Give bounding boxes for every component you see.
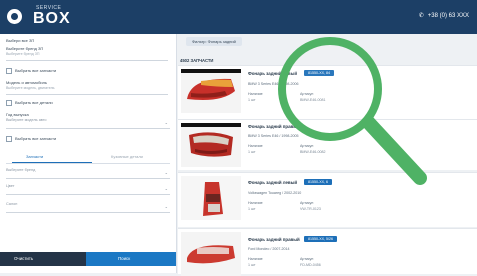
chevron-down-icon: ⌄ (164, 186, 168, 191)
field-label-year: Год выпуска (6, 112, 29, 117)
sku-value: BMW-E46-0082 (300, 150, 326, 154)
active-filter-chip[interactable]: Фильтр: Фонарь задний (186, 37, 242, 46)
product-card[interactable]: Фонарь задний правый BMW 3 Series E46 / … (178, 119, 477, 170)
sku-label: Артикул (300, 201, 314, 205)
product-fitment: Ford Mondeo / 2007-2014 (248, 247, 290, 251)
logo-text-bottom[interactable]: BOX (33, 10, 71, 28)
product-title[interactable]: Фонарь задний левый (248, 71, 297, 76)
availability-value: 1 шт (248, 150, 256, 154)
checkbox-box[interactable] (6, 100, 12, 106)
sku-value: VW-TR-0123 (300, 207, 321, 211)
checkbox-box[interactable] (6, 136, 12, 142)
sku-value: BMW-E46-0081 (300, 98, 326, 102)
availability-label: Наличие (248, 92, 263, 96)
availability-label: Наличие (248, 257, 263, 261)
search-button[interactable]: Поиск (86, 252, 176, 266)
brand-select[interactable]: Выберите бренд ⌄ (6, 168, 170, 179)
product-card[interactable]: Фонарь задний правый 81550-XX, 5/26 Ford… (178, 228, 477, 276)
checkbox-box[interactable] (6, 68, 12, 74)
phone-icon: ✆ (418, 13, 424, 19)
product-image[interactable] (181, 123, 241, 167)
product-fitment: BMW 3 Series E46 / 1998-2005 (248, 134, 299, 138)
tab-parts[interactable]: Запчасти (26, 154, 43, 159)
part-number-badge: 81550-XX, 84 (304, 70, 334, 76)
filter-sidebar: Выбери все ЗП Выберите бренд ЗП Выберите… (0, 34, 177, 273)
product-image[interactable] (181, 176, 241, 220)
availability-value: 1 шт (248, 263, 256, 267)
product-image[interactable] (181, 232, 241, 276)
checkbox-label: Выбрать все запчасти (15, 68, 57, 74)
filter-tabs: Запчасти Кузовные детали (6, 153, 170, 164)
product-title[interactable]: Фонарь задний правый (248, 124, 300, 129)
availability-value: 1 шт (248, 207, 256, 211)
sku-label: Артикул (300, 92, 314, 96)
reset-button-label: Очистить (14, 256, 34, 261)
product-title[interactable]: Фонарь задний правый (248, 237, 300, 242)
brand-select-value: Выберите бренд (6, 168, 36, 172)
brand-input[interactable]: Выберите бренд ЗП (6, 52, 168, 61)
product-image[interactable] (181, 69, 241, 113)
checkbox-select-all-details[interactable]: Выбрать все детали (6, 100, 53, 106)
color-select[interactable]: Цвет ⌄ (6, 184, 170, 195)
field-label-all-parts: Выбери все ЗП (6, 38, 35, 43)
phone-number: +38 (0) 63 XXX (427, 13, 469, 19)
availability-value: 1 шт (248, 98, 256, 102)
product-title[interactable]: Фонарь задний левый (248, 180, 297, 185)
top-bar: SERVICE BOX ✆ +38 (0) 63 XXX (0, 0, 477, 34)
availability-label: Наличие (248, 201, 263, 205)
field-label-brand: Выберите бренд ЗП (6, 46, 44, 51)
year-select[interactable]: Выберите модель авто ⌄ (6, 118, 170, 129)
part-number-badge: 81550-XX, 5/26 (304, 236, 337, 242)
chevron-down-icon: ⌄ (164, 120, 168, 125)
search-button-label: Поиск (118, 256, 131, 261)
checkbox-select-all-spares[interactable]: Выбрать все запчасти (6, 136, 56, 142)
sku-value: FD-MD-0456 (300, 263, 321, 267)
field-label-model: Модель и автомобиль (6, 80, 48, 85)
sku-label: Артикул (300, 257, 314, 261)
tab-body-parts[interactable]: Кузовные детали (111, 154, 143, 159)
model-input[interactable]: Выберите модель, двигатель (6, 86, 168, 95)
year-select-value: Выберите модель авто (6, 118, 47, 122)
part-number-badge: 81550-XX, 6 (304, 179, 332, 185)
checkbox-select-all-parts[interactable]: Выбрать все запчасти (6, 68, 56, 74)
logo-icon[interactable] (7, 9, 22, 24)
interior-select[interactable]: Салон ⌄ (6, 202, 170, 213)
chevron-down-icon: ⌄ (164, 204, 168, 209)
color-select-value: Цвет (6, 184, 15, 188)
product-card[interactable]: Фонарь задний левый 81550-XX, 6 Volkswag… (178, 172, 477, 227)
interior-select-value: Салон (6, 202, 18, 206)
checkbox-label: Выбрать все запчасти (15, 136, 57, 142)
sku-label: Артикул (300, 144, 314, 148)
product-card[interactable]: Фонарь задний левый 81550-XX, 84 BMW 3 S… (178, 65, 477, 119)
chevron-down-icon: ⌄ (164, 170, 168, 175)
availability-label: Наличие (248, 144, 263, 148)
reset-button[interactable]: Очистить (0, 252, 86, 266)
results-count: 4502 ЗАПЧАСТИ (180, 58, 214, 63)
product-fitment: Volkswagen Touareg / 2002-2010 (248, 191, 302, 195)
phone-link[interactable]: ✆ +38 (0) 63 XXX (419, 12, 469, 19)
active-tab-indicator (12, 162, 92, 163)
product-fitment: BMW 3 Series E46 / 1998-2006 (248, 82, 299, 86)
checkbox-label: Выбрать все детали (15, 100, 53, 106)
